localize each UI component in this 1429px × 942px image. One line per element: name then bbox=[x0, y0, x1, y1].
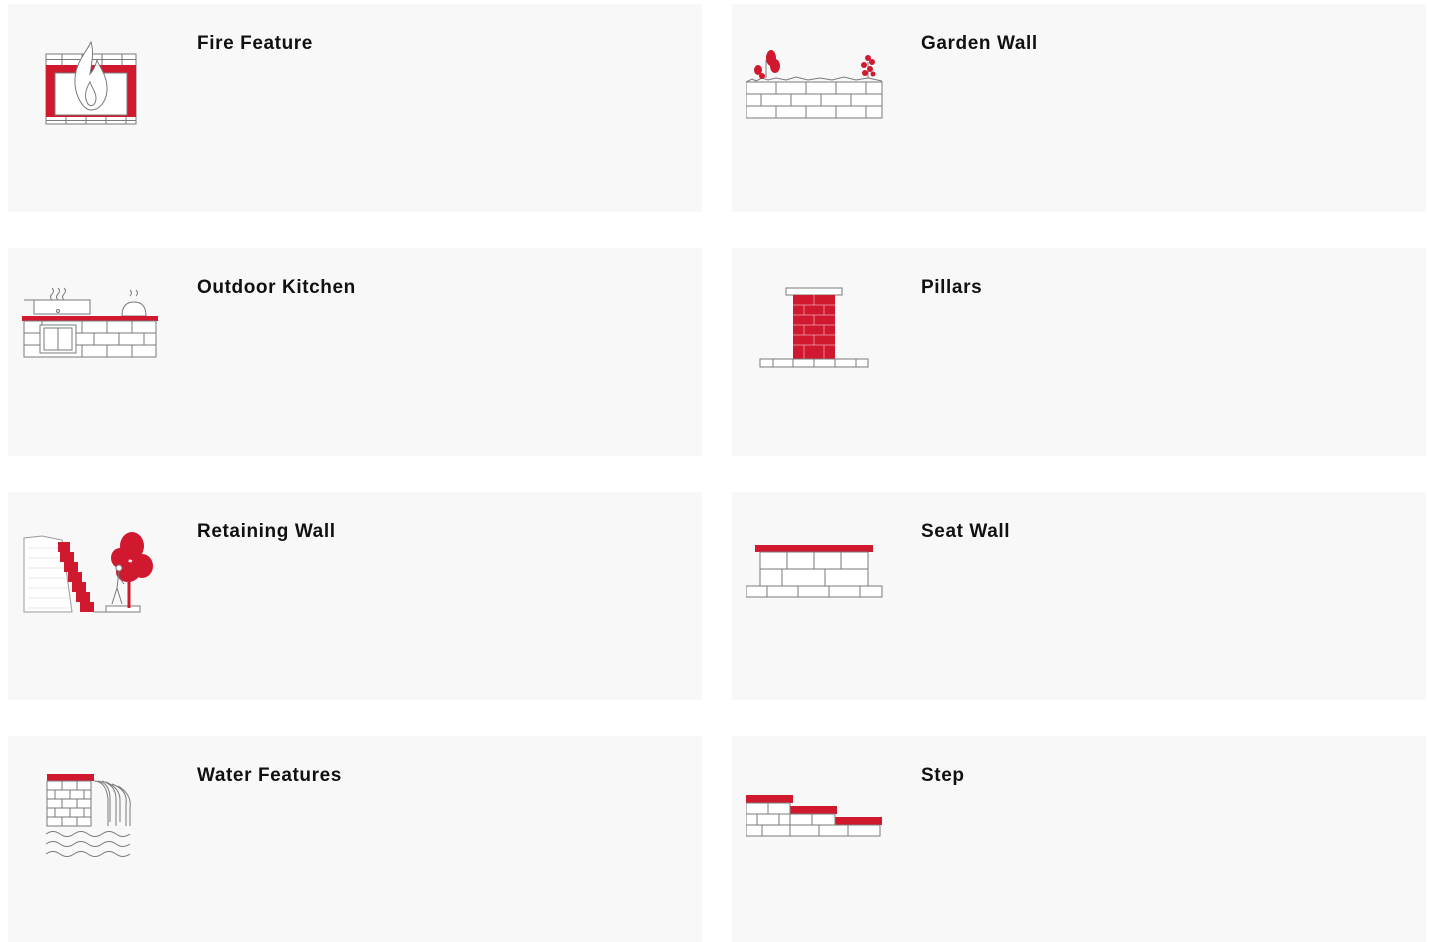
seat-wall-icon bbox=[746, 528, 886, 618]
card-title: Pillars bbox=[921, 277, 983, 298]
card-seat-wall[interactable]: Seat Wall bbox=[732, 492, 1426, 700]
card-title: Garden Wall bbox=[921, 33, 1038, 54]
category-grid: Fire Feature Garden Wall Outdoor Kitchen… bbox=[0, 0, 1429, 942]
garden-wall-icon bbox=[746, 40, 886, 130]
card-title: Water Features bbox=[197, 765, 342, 786]
card-step[interactable]: Step bbox=[732, 736, 1426, 942]
card-title: Step bbox=[921, 765, 965, 786]
card-fire-feature[interactable]: Fire Feature bbox=[8, 4, 702, 212]
card-title: Fire Feature bbox=[197, 33, 313, 54]
card-pillars[interactable]: Pillars bbox=[732, 248, 1426, 456]
card-garden-wall[interactable]: Garden Wall bbox=[732, 4, 1426, 212]
card-outdoor-kitchen[interactable]: Outdoor Kitchen bbox=[8, 248, 702, 456]
step-icon bbox=[746, 772, 886, 862]
water-features-icon bbox=[22, 772, 162, 862]
card-title: Retaining Wall bbox=[197, 521, 336, 542]
retaining-wall-icon bbox=[22, 528, 162, 618]
fire-feature-icon bbox=[22, 40, 162, 130]
pillars-icon bbox=[746, 284, 886, 374]
outdoor-kitchen-icon bbox=[22, 284, 162, 374]
card-retaining-wall[interactable]: Retaining Wall bbox=[8, 492, 702, 700]
card-title: Outdoor Kitchen bbox=[197, 277, 356, 298]
card-water-features[interactable]: Water Features bbox=[8, 736, 702, 942]
card-title: Seat Wall bbox=[921, 521, 1011, 542]
